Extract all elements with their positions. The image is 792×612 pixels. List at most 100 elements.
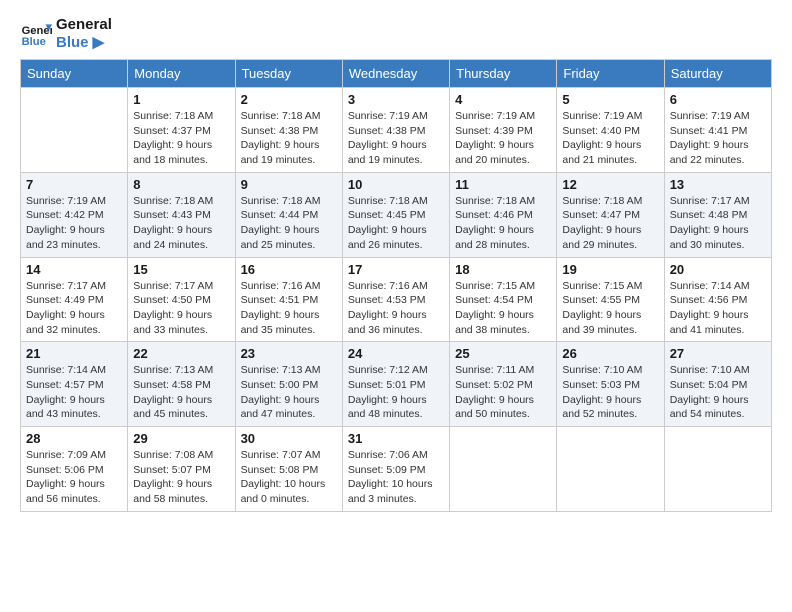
day-number: 25: [455, 346, 551, 361]
day-number: 14: [26, 262, 122, 277]
day-number: 26: [562, 346, 658, 361]
day-header-sunday: Sunday: [21, 60, 128, 88]
day-info: Sunrise: 7:11 AM Sunset: 5:02 PM Dayligh…: [455, 363, 551, 422]
day-number: 10: [348, 177, 444, 192]
calendar-cell: 22 Sunrise: 7:13 AM Sunset: 4:58 PM Dayli…: [128, 342, 235, 427]
calendar-cell: 15 Sunrise: 7:17 AM Sunset: 4:50 PM Dayli…: [128, 257, 235, 342]
calendar-cell: 12 Sunrise: 7:18 AM Sunset: 4:47 PM Dayli…: [557, 172, 664, 257]
calendar-week-4: 21 Sunrise: 7:14 AM Sunset: 4:57 PM Dayli…: [21, 342, 772, 427]
day-number: 27: [670, 346, 766, 361]
day-info: Sunrise: 7:15 AM Sunset: 4:55 PM Dayligh…: [562, 279, 658, 338]
calendar-cell: [21, 88, 128, 173]
calendar-cell: 10 Sunrise: 7:18 AM Sunset: 4:45 PM Dayli…: [342, 172, 449, 257]
day-info: Sunrise: 7:18 AM Sunset: 4:46 PM Dayligh…: [455, 194, 551, 253]
calendar-cell: 8 Sunrise: 7:18 AM Sunset: 4:43 PM Daylig…: [128, 172, 235, 257]
calendar-cell: 24 Sunrise: 7:12 AM Sunset: 5:01 PM Dayli…: [342, 342, 449, 427]
calendar-cell: 18 Sunrise: 7:15 AM Sunset: 4:54 PM Dayli…: [450, 257, 557, 342]
day-info: Sunrise: 7:18 AM Sunset: 4:47 PM Dayligh…: [562, 194, 658, 253]
day-info: Sunrise: 7:12 AM Sunset: 5:01 PM Dayligh…: [348, 363, 444, 422]
day-number: 19: [562, 262, 658, 277]
day-info: Sunrise: 7:18 AM Sunset: 4:45 PM Dayligh…: [348, 194, 444, 253]
calendar-cell: 21 Sunrise: 7:14 AM Sunset: 4:57 PM Dayli…: [21, 342, 128, 427]
day-info: Sunrise: 7:17 AM Sunset: 4:48 PM Dayligh…: [670, 194, 766, 253]
day-header-monday: Monday: [128, 60, 235, 88]
calendar-body: 1 Sunrise: 7:18 AM Sunset: 4:37 PM Daylig…: [21, 88, 772, 512]
day-header-tuesday: Tuesday: [235, 60, 342, 88]
day-info: Sunrise: 7:14 AM Sunset: 4:57 PM Dayligh…: [26, 363, 122, 422]
calendar-cell: 20 Sunrise: 7:14 AM Sunset: 4:56 PM Dayli…: [664, 257, 771, 342]
day-info: Sunrise: 7:18 AM Sunset: 4:44 PM Dayligh…: [241, 194, 337, 253]
day-number: 29: [133, 431, 229, 446]
day-number: 28: [26, 431, 122, 446]
day-info: Sunrise: 7:16 AM Sunset: 4:53 PM Dayligh…: [348, 279, 444, 338]
svg-text:Blue: Blue: [22, 36, 46, 48]
day-info: Sunrise: 7:17 AM Sunset: 4:50 PM Dayligh…: [133, 279, 229, 338]
day-number: 11: [455, 177, 551, 192]
day-info: Sunrise: 7:16 AM Sunset: 4:51 PM Dayligh…: [241, 279, 337, 338]
logo-icon: General Blue: [20, 18, 52, 50]
calendar-week-1: 1 Sunrise: 7:18 AM Sunset: 4:37 PM Daylig…: [21, 88, 772, 173]
day-info: Sunrise: 7:10 AM Sunset: 5:03 PM Dayligh…: [562, 363, 658, 422]
calendar-week-5: 28 Sunrise: 7:09 AM Sunset: 5:06 PM Dayli…: [21, 427, 772, 512]
day-info: Sunrise: 7:18 AM Sunset: 4:37 PM Dayligh…: [133, 109, 229, 168]
calendar-cell: 4 Sunrise: 7:19 AM Sunset: 4:39 PM Daylig…: [450, 88, 557, 173]
day-info: Sunrise: 7:06 AM Sunset: 5:09 PM Dayligh…: [348, 448, 444, 507]
calendar-cell: 29Sunrise: 7:08 AM Sunset: 5:07 PM Dayli…: [128, 427, 235, 512]
calendar-cell: [664, 427, 771, 512]
day-info: Sunrise: 7:19 AM Sunset: 4:39 PM Dayligh…: [455, 109, 551, 168]
day-number: 6: [670, 92, 766, 107]
calendar-cell: 13 Sunrise: 7:17 AM Sunset: 4:48 PM Dayli…: [664, 172, 771, 257]
calendar-cell: [557, 427, 664, 512]
day-number: 21: [26, 346, 122, 361]
day-number: 13: [670, 177, 766, 192]
calendar-cell: [450, 427, 557, 512]
calendar-week-2: 7 Sunrise: 7:19 AM Sunset: 4:42 PM Daylig…: [21, 172, 772, 257]
calendar-cell: 7 Sunrise: 7:19 AM Sunset: 4:42 PM Daylig…: [21, 172, 128, 257]
day-info: Sunrise: 7:19 AM Sunset: 4:40 PM Dayligh…: [562, 109, 658, 168]
calendar-cell: 30 Sunrise: 7:07 AM Sunset: 5:08 PM Dayli…: [235, 427, 342, 512]
day-info: Sunrise: 7:15 AM Sunset: 4:54 PM Dayligh…: [455, 279, 551, 338]
page-header: General Blue General Blue ▶: [20, 16, 772, 51]
day-number: 31: [348, 431, 444, 446]
day-info: Sunrise: 7:13 AM Sunset: 4:58 PM Dayligh…: [133, 363, 229, 422]
logo-blue: Blue ▶: [56, 33, 112, 51]
day-info: Sunrise: 7:19 AM Sunset: 4:38 PM Dayligh…: [348, 109, 444, 168]
calendar-cell: 17Sunrise: 7:16 AM Sunset: 4:53 PM Dayli…: [342, 257, 449, 342]
day-number: 18: [455, 262, 551, 277]
day-number: 7: [26, 177, 122, 192]
logo: General Blue General Blue ▶: [20, 16, 112, 51]
calendar-cell: 25 Sunrise: 7:11 AM Sunset: 5:02 PM Dayli…: [450, 342, 557, 427]
day-number: 12: [562, 177, 658, 192]
day-number: 4: [455, 92, 551, 107]
calendar-week-3: 14 Sunrise: 7:17 AM Sunset: 4:49 PM Dayli…: [21, 257, 772, 342]
day-number: 1: [133, 92, 229, 107]
day-number: 8: [133, 177, 229, 192]
day-header-wednesday: Wednesday: [342, 60, 449, 88]
day-number: 24: [348, 346, 444, 361]
day-header-thursday: Thursday: [450, 60, 557, 88]
logo-general: General: [56, 16, 112, 33]
day-header-saturday: Saturday: [664, 60, 771, 88]
calendar-cell: 28 Sunrise: 7:09 AM Sunset: 5:06 PM Dayli…: [21, 427, 128, 512]
day-number: 30: [241, 431, 337, 446]
calendar-cell: 6Sunrise: 7:19 AM Sunset: 4:41 PM Daylig…: [664, 88, 771, 173]
calendar-cell: 2Sunrise: 7:18 AM Sunset: 4:38 PM Daylig…: [235, 88, 342, 173]
calendar-header-row: SundayMondayTuesdayWednesdayThursdayFrid…: [21, 60, 772, 88]
day-number: 16: [241, 262, 337, 277]
calendar-cell: 23 Sunrise: 7:13 AM Sunset: 5:00 PM Dayli…: [235, 342, 342, 427]
calendar-cell: 31 Sunrise: 7:06 AM Sunset: 5:09 PM Dayli…: [342, 427, 449, 512]
calendar-cell: 14 Sunrise: 7:17 AM Sunset: 4:49 PM Dayli…: [21, 257, 128, 342]
day-number: 15: [133, 262, 229, 277]
day-number: 20: [670, 262, 766, 277]
day-number: 22: [133, 346, 229, 361]
day-info: Sunrise: 7:19 AM Sunset: 4:42 PM Dayligh…: [26, 194, 122, 253]
calendar-cell: 11 Sunrise: 7:18 AM Sunset: 4:46 PM Dayli…: [450, 172, 557, 257]
day-number: 23: [241, 346, 337, 361]
day-info: Sunrise: 7:13 AM Sunset: 5:00 PM Dayligh…: [241, 363, 337, 422]
day-info: Sunrise: 7:09 AM Sunset: 5:06 PM Dayligh…: [26, 448, 122, 507]
day-info: Sunrise: 7:18 AM Sunset: 4:38 PM Dayligh…: [241, 109, 337, 168]
day-info: Sunrise: 7:14 AM Sunset: 4:56 PM Dayligh…: [670, 279, 766, 338]
day-info: Sunrise: 7:07 AM Sunset: 5:08 PM Dayligh…: [241, 448, 337, 507]
day-info: Sunrise: 7:17 AM Sunset: 4:49 PM Dayligh…: [26, 279, 122, 338]
day-info: Sunrise: 7:18 AM Sunset: 4:43 PM Dayligh…: [133, 194, 229, 253]
